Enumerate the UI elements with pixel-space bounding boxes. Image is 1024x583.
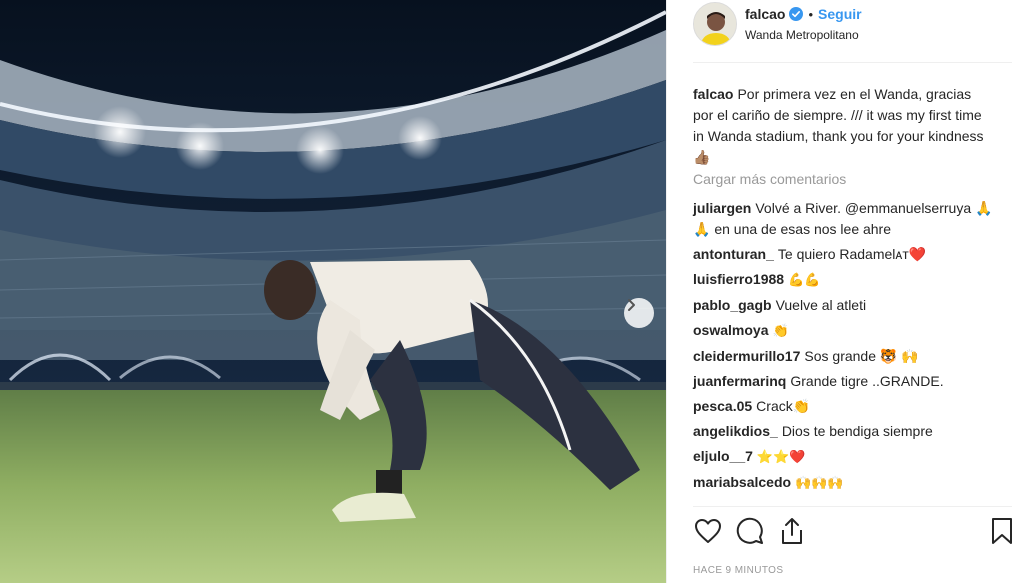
actions-divider xyxy=(693,506,1012,507)
header-divider xyxy=(693,62,1012,63)
post-side-panel: falcao • Seguir Wanda Metropolitano falc… xyxy=(666,0,1024,583)
instagram-post: falcao • Seguir Wanda Metropolitano falc… xyxy=(0,0,1024,583)
comment: luisfierro1988 💪💪 xyxy=(693,269,997,291)
comment-text: Dios te bendiga siempre xyxy=(781,423,933,439)
username[interactable]: falcao xyxy=(745,6,785,22)
comment: pablo_gagb Vuelve al atleti xyxy=(693,295,997,316)
comment-username[interactable]: juanfermarinq xyxy=(693,373,786,389)
comment-button[interactable] xyxy=(735,516,765,546)
comment-username[interactable]: pablo_gagb xyxy=(693,297,772,313)
comment-username[interactable]: eljulo__7 xyxy=(693,448,753,464)
comment-username[interactable]: antonturan_ xyxy=(693,246,774,262)
caption-username[interactable]: falcao xyxy=(693,86,733,102)
comment: oswalmoya 👏 xyxy=(693,320,997,342)
comment-text: ⭐⭐❤️ xyxy=(756,450,806,465)
comment: angelikdios_ Dios te bendiga siempre xyxy=(693,421,997,442)
comment-text: Grande tigre ..GRANDE. xyxy=(790,373,944,389)
comment-text: Crack👏 xyxy=(756,398,811,414)
separator-dot: • xyxy=(808,6,814,22)
heart-icon xyxy=(695,519,721,543)
comment-username[interactable]: mariabsalcedo xyxy=(693,474,791,490)
like-button[interactable] xyxy=(693,516,723,546)
comment-text: 💪💪 xyxy=(788,273,821,288)
comment-username[interactable]: juliargen xyxy=(693,200,751,216)
comment-text: Vuelve al atleti xyxy=(775,297,867,313)
caption-text: Por primera vez en el Wanda, gracias por… xyxy=(693,86,984,165)
location-link[interactable]: Wanda Metropolitano xyxy=(745,28,859,42)
comment: pesca.05 Crack👏 xyxy=(693,396,997,417)
username-line: falcao • Seguir xyxy=(745,6,862,22)
comment-username[interactable]: angelikdios_ xyxy=(693,423,778,439)
comment: eljulo__7 ⭐⭐❤️ xyxy=(693,446,997,468)
comment-icon xyxy=(736,517,763,544)
avatar[interactable] xyxy=(693,2,737,46)
comment-username[interactable]: oswalmoya xyxy=(693,322,768,338)
follow-button[interactable]: Seguir xyxy=(818,6,862,22)
comment: mariabsalcedo 🙌🙌🙌 xyxy=(693,472,997,494)
comment: cleidermurillo17 Sos grande 🐯 🙌 xyxy=(693,346,997,367)
comment-username[interactable]: luisfierro1988 xyxy=(693,271,784,287)
chevron-right-icon xyxy=(628,299,635,311)
comment-text: 👏 xyxy=(772,324,789,339)
comment: juliargen Volvé a River. @emmanuelserruya… xyxy=(693,198,997,240)
comment-text: Sos grande 🐯 🙌 xyxy=(804,348,919,364)
post-photo[interactable] xyxy=(0,0,666,583)
bookmark-icon xyxy=(992,518,1012,544)
stadium-image xyxy=(0,0,666,583)
share-icon xyxy=(782,518,802,544)
comment-text: 🙌🙌🙌 xyxy=(795,476,844,491)
post-timestamp[interactable]: HACE 9 MINUTOS xyxy=(693,565,783,576)
comment: juanfermarinq Grande tigre ..GRANDE. xyxy=(693,371,997,392)
share-button[interactable] xyxy=(777,516,807,546)
action-bar xyxy=(693,516,1017,550)
profile-picture xyxy=(694,3,736,45)
comment: antonturan_ Te quiero Radamelᴀᴛ❤️ xyxy=(693,244,997,265)
next-photo-button[interactable] xyxy=(624,298,654,328)
load-more-comments[interactable]: Cargar más comentarios xyxy=(693,171,846,187)
caption: falcao Por primera vez en el Wanda, graci… xyxy=(693,84,993,168)
comments-list: juliargen Volvé a River. @emmanuelserruya… xyxy=(693,198,997,498)
comment-username[interactable]: pesca.05 xyxy=(693,398,752,414)
comment-text: Te quiero Radamelᴀᴛ❤️ xyxy=(777,246,927,262)
verified-badge-icon xyxy=(789,7,804,21)
comment-username[interactable]: cleidermurillo17 xyxy=(693,348,800,364)
save-button[interactable] xyxy=(987,516,1017,546)
post-header: falcao • Seguir Wanda Metropolitano xyxy=(693,2,1013,50)
